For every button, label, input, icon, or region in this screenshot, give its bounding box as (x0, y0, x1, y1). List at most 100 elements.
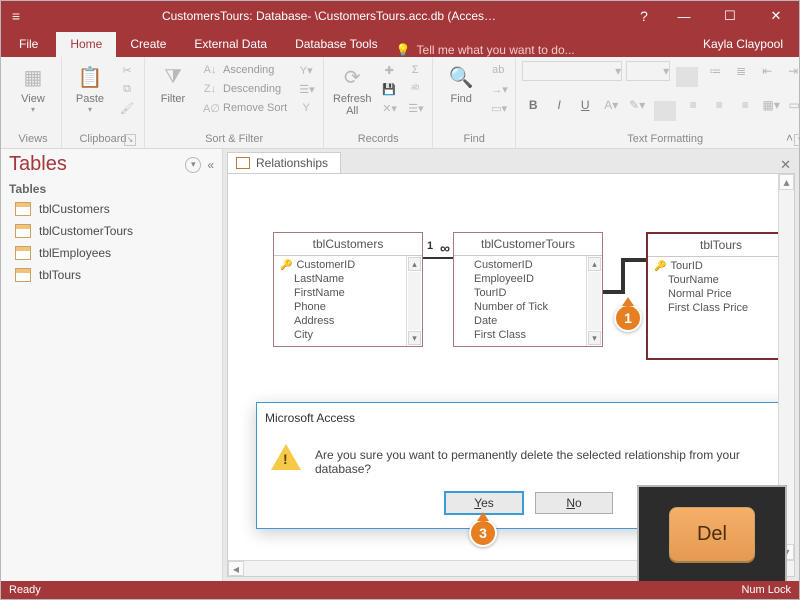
user-name[interactable]: Kayla Claypool (703, 37, 799, 57)
nav-menu-button[interactable]: ▾ (185, 157, 201, 173)
no-button[interactable]: No (535, 492, 613, 514)
sigma-icon: Σ (408, 64, 422, 76)
brush-icon: 🖌 (120, 102, 134, 115)
format-painter-button[interactable]: 🖌 (116, 99, 138, 117)
table-box-tblcustomertours[interactable]: tblCustomerToursCustomerIDEmployeeIDTour… (453, 232, 603, 347)
scroll-left-icon[interactable]: ◂ (228, 561, 244, 576)
totals-button[interactable]: Σ (404, 61, 426, 79)
align-left-button[interactable]: ≡ (682, 95, 704, 115)
status-left: Ready (9, 584, 41, 596)
nav-item-tblcustomertours[interactable]: tblCustomerTours (1, 220, 222, 242)
nav-item-tbltours[interactable]: tblTours (1, 264, 222, 286)
table-box-scrollbar[interactable]: ▴▾ (406, 256, 422, 346)
dialog-launcher-icon[interactable]: ↘ (794, 134, 800, 146)
font-size-select[interactable]: ▾ (626, 61, 670, 81)
table-field[interactable]: City (280, 328, 404, 342)
cut-button[interactable]: ✂ (116, 61, 138, 79)
table-field[interactable]: TourName (654, 273, 776, 287)
underline-button[interactable]: U (574, 95, 596, 115)
table-field[interactable]: Date (460, 314, 584, 328)
nav-collapse-button[interactable]: « (207, 158, 214, 172)
table-field[interactable]: First Class (460, 328, 584, 342)
refresh-all-button[interactable]: ⟳ Refresh All (330, 61, 374, 117)
filter-button[interactable]: ⧩ Filter (151, 61, 195, 105)
nav-item-tblcustomers[interactable]: tblCustomers (1, 198, 222, 220)
more-records-button[interactable]: ☰▾ (404, 99, 426, 117)
ascending-button[interactable]: A↓Ascending (199, 61, 291, 79)
bullets-button[interactable]: ≔ (704, 61, 726, 81)
table-field[interactable]: EmployeeID (460, 272, 584, 286)
spelling-button[interactable]: ᵃᵇ (404, 80, 426, 98)
table-field[interactable]: Phone (280, 300, 404, 314)
numbering-button[interactable]: ≣ (730, 61, 752, 81)
table-field[interactable]: TourID (460, 286, 584, 300)
toggle-filter-button[interactable]: Y (295, 99, 317, 117)
key-icon: 🔑 (280, 260, 292, 271)
delete-record-button[interactable]: ✕▾ (378, 99, 400, 117)
tab-home[interactable]: Home (56, 32, 116, 57)
replace-button[interactable]: ab (487, 61, 509, 79)
table-field[interactable]: Number of Tick (460, 300, 584, 314)
remove-sort-button[interactable]: A∅Remove Sort (199, 99, 291, 117)
bold-button[interactable]: B (522, 95, 544, 115)
table-box-scrollbar[interactable]: ▴▾ (586, 256, 602, 346)
select-button[interactable]: ▭▾ (487, 99, 509, 117)
table-icon (15, 202, 31, 216)
tab-create[interactable]: Create (116, 32, 180, 57)
help-button[interactable]: ? (627, 8, 661, 24)
indent-right-button[interactable]: ⇥ (782, 61, 800, 81)
find-button[interactable]: 🔍 Find (439, 61, 483, 105)
table-field[interactable]: 🔑TourID (654, 259, 776, 273)
paste-button[interactable]: 📋 Paste ▾ (68, 61, 112, 114)
group-text-formatting: ▾ ▾ ≔ ≣ ⇤ ⇥ B I U A▾ ✎▾ ≡ ≡ ≡ ▦▾ ▭▾ (516, 57, 800, 148)
advanced-filter-button[interactable]: ☰▾ (295, 80, 317, 98)
goto-button[interactable]: →▾ (487, 80, 509, 98)
tab-database-tools[interactable]: Database Tools (281, 32, 392, 57)
table-field[interactable]: CustomerID (460, 258, 584, 272)
table-box-tblcustomers[interactable]: tblCustomers🔑CustomerIDLastNameFirstName… (273, 232, 423, 347)
table-field[interactable]: LastName (280, 272, 404, 286)
descending-button[interactable]: Z↓Descending (199, 80, 291, 98)
collapse-ribbon-button[interactable]: ˄ (786, 131, 793, 145)
copy-button[interactable]: ⧉ (116, 80, 138, 98)
table-field[interactable]: Address (280, 314, 404, 328)
close-tab-button[interactable]: ✕ (772, 157, 799, 173)
table-box-tbltours[interactable]: tblTours🔑TourIDTourNameNormal PriceFirst… (646, 232, 795, 360)
font-family-select[interactable]: ▾ (522, 61, 622, 81)
save-record-button[interactable]: 💾 (378, 80, 400, 98)
callout-1: 1 (614, 304, 642, 332)
dialog-launcher-icon[interactable]: ↘ (124, 134, 136, 146)
highlight-button[interactable]: ✎▾ (626, 95, 648, 115)
selection-filter-button[interactable]: Y▾ (295, 61, 317, 79)
font-color-button[interactable]: A▾ (600, 95, 622, 115)
yes-button[interactable]: Yes (445, 492, 523, 514)
tab-file[interactable]: File (1, 32, 56, 57)
nav-title[interactable]: Tables (9, 153, 185, 176)
tab-external-data[interactable]: External Data (180, 32, 281, 57)
new-record-button[interactable]: ✚ (378, 61, 400, 79)
fill-color-button[interactable]: ▭▾ (786, 95, 800, 115)
indent-left-button[interactable]: ⇤ (756, 61, 778, 81)
minimize-button[interactable]: — (661, 1, 707, 31)
delete-key-overlay: Del (637, 485, 787, 583)
nav-item-tblemployees[interactable]: tblEmployees (1, 242, 222, 264)
table-field[interactable]: Normal Price (654, 287, 776, 301)
tell-me[interactable]: 💡 Tell me what you want to do... (396, 43, 575, 57)
italic-button[interactable]: I (548, 95, 570, 115)
align-center-button[interactable]: ≡ (708, 95, 730, 115)
table-field[interactable]: First Class Price (654, 301, 776, 315)
table-field[interactable]: FirstName (280, 286, 404, 300)
advanced-icon: ☰▾ (299, 83, 313, 96)
key-icon: 🔑 (654, 261, 666, 272)
gridlines-button[interactable]: ▦▾ (760, 95, 782, 115)
scroll-up-icon[interactable]: ▴ (779, 174, 794, 190)
nav-item-label: tblEmployees (39, 246, 111, 260)
view-button[interactable]: ▦ View ▾ (11, 61, 55, 114)
maximize-button[interactable]: ☐ (707, 1, 753, 31)
table-field[interactable]: 🔑CustomerID (280, 258, 404, 272)
tab-relationships[interactable]: Relationships (227, 152, 341, 173)
nav-group-label: Tables (1, 178, 222, 198)
document-tabs: Relationships ✕ (223, 149, 799, 173)
align-right-button[interactable]: ≡ (734, 95, 756, 115)
close-button[interactable]: ✕ (753, 1, 799, 31)
